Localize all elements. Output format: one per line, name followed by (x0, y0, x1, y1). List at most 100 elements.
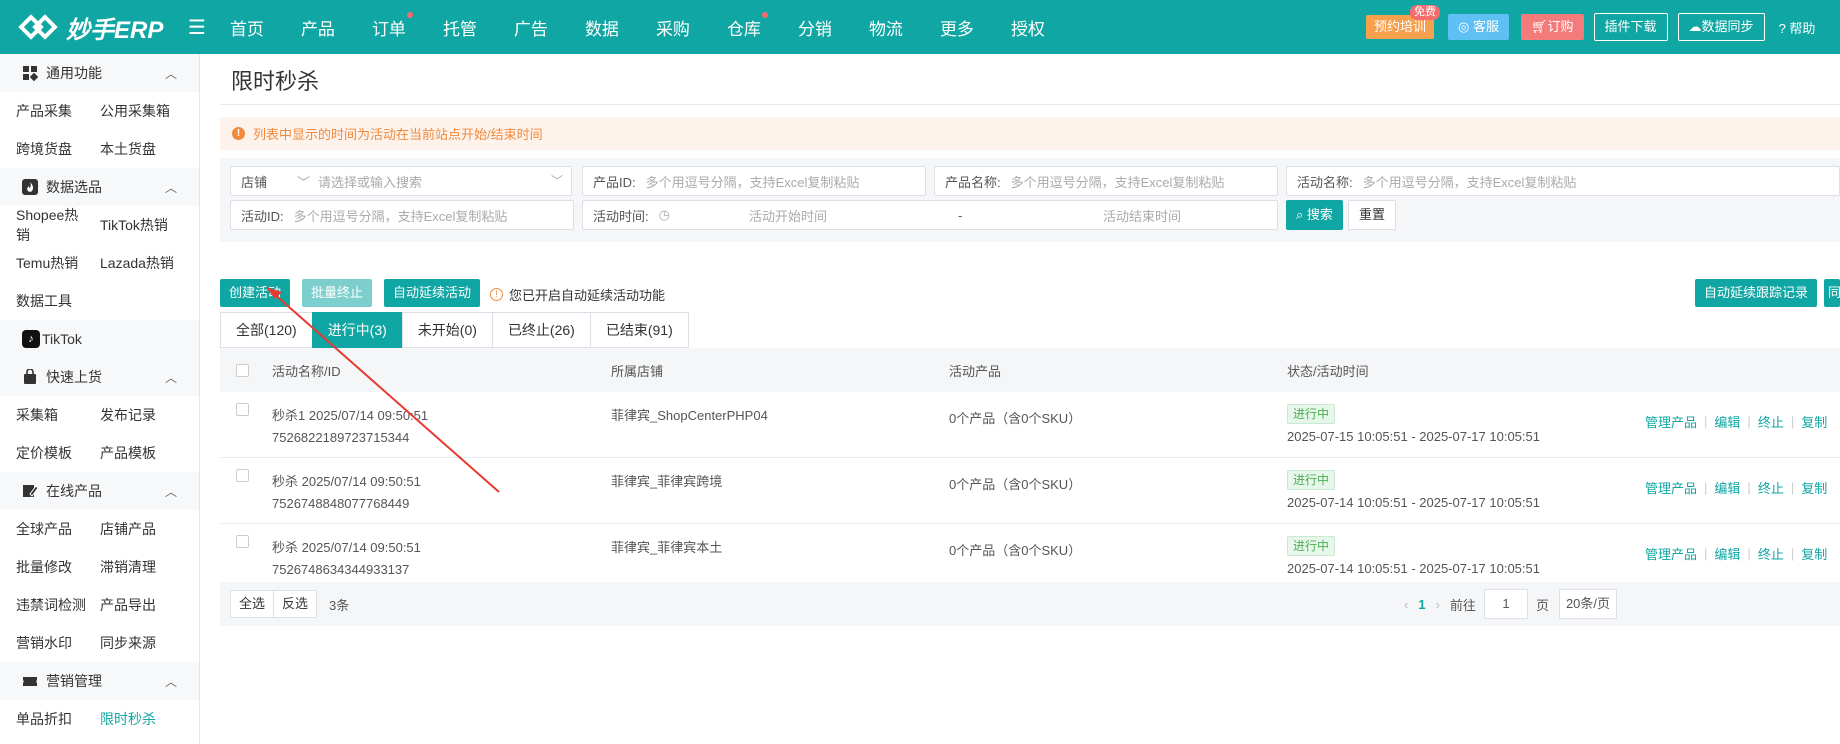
stop-link[interactable]: 终止 (1758, 478, 1784, 497)
activity-name-field[interactable]: 活动名称: 多个用逗号分隔，支持Excel复制粘贴 (1286, 166, 1840, 196)
activity-time-range[interactable]: 活动时间: ◷ 活动开始时间 - 活动结束时间 (582, 200, 1278, 230)
sidebar-item-tiktok[interactable]: ♪ TikTok (0, 320, 199, 358)
sidebar-item-product-export[interactable]: 产品导出 (92, 595, 192, 615)
product-id-field[interactable]: 产品ID: 多个用逗号分隔，支持Excel复制粘贴 (582, 166, 926, 196)
data-sync-button[interactable]: ☁数据同步 (1677, 13, 1765, 41)
manage-products-link[interactable]: 管理产品 (1645, 478, 1697, 497)
sidebar-group-quick-upload[interactable]: 快速上货 ︿ (0, 358, 199, 396)
menu-toggle-icon[interactable]: ☰ (188, 15, 206, 40)
auto-extend-log-button[interactable]: 自动延续跟踪记录 (1695, 279, 1818, 307)
status-tab[interactable]: 进行中(3) (311, 312, 403, 348)
sidebar-item-local[interactable]: 本土货盘 (92, 139, 192, 159)
nav-item[interactable]: 物流 (869, 15, 903, 40)
chevron-up-icon: ︿ (164, 371, 177, 385)
nav-item[interactable]: 订单 (372, 11, 413, 40)
sidebar-item-watermark[interactable]: 营销水印 (0, 633, 92, 653)
plugin-download-button[interactable]: 插件下载 (1593, 13, 1668, 41)
row-checkbox[interactable] (236, 403, 249, 416)
separator: | (1704, 414, 1708, 429)
shop-select[interactable]: 店铺 ﹀ 请选择或输入搜索 ﹀ (230, 166, 572, 196)
nav-item[interactable]: 分销 (798, 15, 832, 40)
row-checkbox[interactable] (236, 535, 249, 548)
status-tab[interactable]: 未开始(0) (401, 312, 493, 348)
search-button[interactable]: ⌕ 搜索 (1286, 200, 1343, 230)
batch-stop-button[interactable]: 批量终止 (302, 279, 373, 307)
nav-item[interactable]: 产品 (301, 15, 335, 40)
sidebar-item-product-collect[interactable]: 产品采集 (0, 101, 92, 121)
reset-button[interactable]: 重置 (1348, 200, 1397, 230)
manage-products-link[interactable]: 管理产品 (1645, 544, 1697, 563)
next-page-icon[interactable]: › (1436, 597, 1440, 612)
sidebar-item-sync-source[interactable]: 同步来源 (92, 633, 192, 653)
stop-link[interactable]: 终止 (1758, 544, 1784, 563)
help-link[interactable]: ? 帮助 (1779, 18, 1816, 37)
sidebar-group-online-products[interactable]: 在线产品 ︿ (0, 472, 199, 510)
order-button[interactable]: 🛒︎订购 (1521, 14, 1584, 40)
sidebar-item-flash-sale[interactable]: 限时秒杀 (92, 709, 192, 729)
sidebar-item-tiktok-hot[interactable]: TikTok热销 (92, 215, 192, 235)
copy-link[interactable]: 复制 (1801, 478, 1827, 497)
goto-page-input[interactable]: 1 (1483, 589, 1528, 619)
nav-item[interactable]: 采购 (656, 15, 690, 40)
edit-link[interactable]: 编辑 (1714, 412, 1740, 431)
cart-icon: 🛒︎ (1531, 19, 1548, 34)
separator: | (1704, 546, 1708, 561)
sidebar-item-cross-border[interactable]: 跨境货盘 (0, 139, 92, 159)
nav-item[interactable]: 广告 (514, 15, 548, 40)
nav-item[interactable]: 更多 (940, 15, 974, 40)
app-logo[interactable]: 妙手ERP (0, 10, 198, 45)
product-name-field[interactable]: 产品名称: 多个用逗号分隔，支持Excel复制粘贴 (934, 166, 1278, 196)
sidebar-item-product-template[interactable]: 产品模板 (92, 443, 192, 463)
edit-link[interactable]: 编辑 (1714, 478, 1740, 497)
sidebar-item-batch-edit[interactable]: 批量修改 (0, 557, 92, 577)
sidebar-item-global-products[interactable]: 全球产品 (0, 519, 92, 539)
status-tab[interactable]: 已结束(91) (589, 312, 689, 348)
select-all-checkbox[interactable] (236, 363, 249, 377)
manage-products-link[interactable]: 管理产品 (1645, 412, 1697, 431)
nav-item[interactable]: 授权 (1011, 15, 1045, 40)
nav-item[interactable]: 数据 (585, 15, 619, 40)
prev-page-icon[interactable]: ‹ (1404, 597, 1408, 612)
sidebar-group-marketing[interactable]: 营销管理 ︿ (0, 662, 199, 700)
page-number-current[interactable]: 1 (1418, 597, 1425, 612)
nav-item[interactable]: 仓库 (727, 11, 768, 40)
copy-link[interactable]: 复制 (1801, 544, 1827, 563)
status-tab[interactable]: 已终止(26) (491, 312, 591, 348)
stop-link[interactable]: 终止 (1758, 412, 1784, 431)
auto-extend-button[interactable]: 自动延续活动 (384, 279, 481, 307)
invert-select-button[interactable]: 反选 (273, 590, 318, 618)
copy-link[interactable]: 复制 (1801, 412, 1827, 431)
sidebar-item-lazada-hot[interactable]: Lazada热销 (92, 253, 192, 273)
sidebar-item-banned-words[interactable]: 违禁词检测 (0, 595, 92, 615)
sidebar-item-price-template[interactable]: 定价模板 (0, 443, 92, 463)
sidebar-item-slow-clear[interactable]: 滞销清理 (92, 557, 192, 577)
notice-bar: ! 列表中显示的时间为活动在当前站点开始/结束时间 (220, 117, 1840, 150)
activity-id-field[interactable]: 活动ID: 多个用逗号分隔，支持Excel复制粘贴 (230, 200, 574, 230)
activity-name-cell: 秒杀 2025/07/14 09:50:51 752674863434493313… (272, 537, 421, 581)
sidebar-item-shopee-hot[interactable]: Shopee热销 (0, 205, 92, 245)
sidebar-item-publish-log[interactable]: 发布记录 (92, 405, 192, 425)
page-size-select[interactable]: 20条/页 (1558, 589, 1618, 619)
end-time-placeholder[interactable]: 活动结束时间 (1103, 206, 1181, 225)
sync-button-partial[interactable]: 同 (1824, 279, 1840, 307)
training-button[interactable]: 预约培训 免费 (1366, 5, 1441, 39)
sidebar-item-public-collect[interactable]: 公用采集箱 (92, 101, 192, 121)
sidebar-group-data[interactable]: 数据选品 ︿ (0, 168, 199, 206)
edit-link[interactable]: 编辑 (1714, 544, 1740, 563)
create-activity-button[interactable]: 创建活动 (220, 279, 291, 307)
row-checkbox[interactable] (236, 469, 249, 482)
start-time-placeholder[interactable]: 活动开始时间 (749, 206, 827, 225)
nav-item[interactable]: 托管 (443, 15, 477, 40)
sidebar-group-common[interactable]: 通用功能 ︿ (0, 54, 199, 92)
service-button[interactable]: ◎ 客服 (1448, 14, 1509, 40)
sidebar-item-temu-hot[interactable]: Temu热销 (0, 253, 92, 273)
sidebar-item-collect-box[interactable]: 采集箱 (0, 405, 92, 425)
nav-item[interactable]: 首页 (230, 15, 264, 40)
status-tab[interactable]: 全部(120) (220, 312, 313, 348)
sidebar-item-shop-products[interactable]: 店铺产品 (92, 519, 192, 539)
sidebar-item-data-tools[interactable]: 数据工具 (0, 282, 199, 320)
select-all-button[interactable]: 全选 (230, 590, 275, 618)
training-label: 预约培训 (1374, 19, 1427, 34)
activity-time: 2025-07-15 10:05:51 - 2025-07-17 10:05:5… (1287, 429, 1540, 444)
sidebar-item-single-discount[interactable]: 单品折扣 (0, 709, 92, 729)
